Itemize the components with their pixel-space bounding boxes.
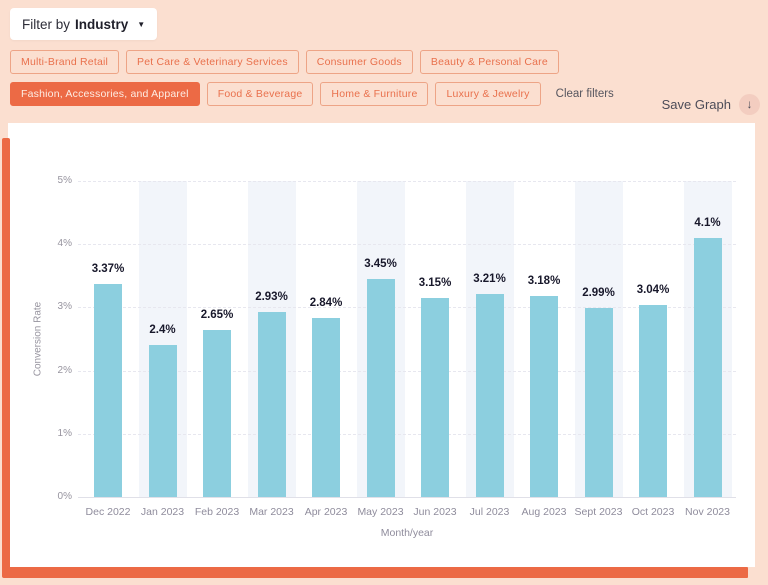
bar-nov-2023 xyxy=(694,238,722,497)
x-tick-label: Feb 2023 xyxy=(195,506,239,518)
y-tick-label: 2% xyxy=(28,365,72,376)
bar-value-label: 2.84% xyxy=(310,297,343,309)
chevron-down-icon: ▼ xyxy=(137,20,145,29)
x-tick-label: May 2023 xyxy=(357,506,403,518)
filter-chip-food-beverage[interactable]: Food & Beverage xyxy=(207,82,314,106)
x-tick-label: Jan 2023 xyxy=(141,506,184,518)
bar-jul-2023 xyxy=(476,294,504,497)
x-tick-label: Jul 2023 xyxy=(470,506,510,518)
filter-chip-luxury-jewelry[interactable]: Luxury & Jewelry xyxy=(435,82,540,106)
bar-value-label: 2.4% xyxy=(149,324,175,336)
bar-value-label: 2.99% xyxy=(582,287,615,299)
chart-card: Conversion Rate Month/year 0%1%2%3%4%5%3… xyxy=(8,123,755,567)
y-tick-label: 4% xyxy=(28,238,72,249)
gridline-1% xyxy=(78,434,736,435)
filter-chip-beauty-personal-care[interactable]: Beauty & Personal Care xyxy=(420,50,559,74)
bar-apr-2023 xyxy=(312,318,340,497)
bar-value-label: 2.93% xyxy=(255,291,288,303)
industry-filter-dropdown[interactable]: Filter by Industry ▼ xyxy=(10,8,157,40)
y-tick-label: 1% xyxy=(28,428,72,439)
x-tick-label: Jun 2023 xyxy=(413,506,456,518)
save-graph-label: Save Graph xyxy=(662,97,731,112)
gridline-2% xyxy=(78,371,736,372)
dropdown-prefix-label: Filter by xyxy=(22,17,70,32)
bar-value-label: 3.37% xyxy=(92,263,125,275)
y-tick-label: 3% xyxy=(28,301,72,312)
filter-chip-fashion-accessories-and-apparel[interactable]: Fashion, Accessories, and Apparel xyxy=(10,82,200,106)
gridline-3% xyxy=(78,307,736,308)
bar-may-2023 xyxy=(367,279,395,497)
filter-chip-pet-care-veterinary-services[interactable]: Pet Care & Veterinary Services xyxy=(126,50,299,74)
filter-chip-home-furniture[interactable]: Home & Furniture xyxy=(320,82,428,106)
bar-value-label: 3.21% xyxy=(473,273,506,285)
bar-jun-2023 xyxy=(421,298,449,497)
bar-value-label: 2.65% xyxy=(201,309,234,321)
x-tick-label: Apr 2023 xyxy=(305,506,348,518)
y-tick-label: 0% xyxy=(28,491,72,502)
bar-mar-2023 xyxy=(258,312,286,497)
card-accent-bottom-stripe xyxy=(8,567,748,578)
dropdown-selected-value: Industry xyxy=(75,17,128,32)
gridline-5% xyxy=(78,181,736,182)
bar-value-label: 3.04% xyxy=(637,284,670,296)
filter-chip-row-2: Fashion, Accessories, and Apparel Food & … xyxy=(10,82,614,106)
bar-dec-2022 xyxy=(94,284,122,497)
x-tick-label: Nov 2023 xyxy=(685,506,730,518)
clear-filters-button[interactable]: Clear filters xyxy=(556,88,614,100)
filter-chips-area: Multi-Brand Retail Pet Care & Veterinary … xyxy=(10,50,614,114)
gridline-4% xyxy=(78,244,736,245)
x-tick-label: Oct 2023 xyxy=(632,506,675,518)
x-axis-title: Month/year xyxy=(381,527,434,539)
download-arrow-icon[interactable]: ↓ xyxy=(739,94,760,115)
bar-value-label: 3.45% xyxy=(364,258,397,270)
bar-jan-2023 xyxy=(149,345,177,497)
filter-chip-row-1: Multi-Brand Retail Pet Care & Veterinary … xyxy=(10,50,614,74)
bar-value-label: 3.18% xyxy=(528,275,561,287)
bar-oct-2023 xyxy=(639,305,667,497)
bar-value-label: 3.15% xyxy=(419,277,452,289)
bar-aug-2023 xyxy=(530,296,558,497)
x-tick-label: Dec 2022 xyxy=(86,506,131,518)
filter-chip-multi-brand-retail[interactable]: Multi-Brand Retail xyxy=(10,50,119,74)
y-tick-label: 5% xyxy=(28,175,72,186)
conversion-rate-bar-chart: Conversion Rate Month/year 0%1%2%3%4%5%3… xyxy=(8,123,755,567)
bar-feb-2023 xyxy=(203,330,231,497)
filter-chip-consumer-goods[interactable]: Consumer Goods xyxy=(306,50,413,74)
x-tick-label: Aug 2023 xyxy=(522,506,567,518)
gridline-0% xyxy=(78,497,736,498)
card-accent-left-stripe xyxy=(2,138,10,578)
bar-sept-2023 xyxy=(585,308,613,497)
x-tick-label: Sept 2023 xyxy=(575,506,623,518)
bar-value-label: 4.1% xyxy=(694,217,720,229)
x-tick-label: Mar 2023 xyxy=(249,506,293,518)
save-graph-button[interactable]: Save Graph ↓ xyxy=(662,92,760,116)
